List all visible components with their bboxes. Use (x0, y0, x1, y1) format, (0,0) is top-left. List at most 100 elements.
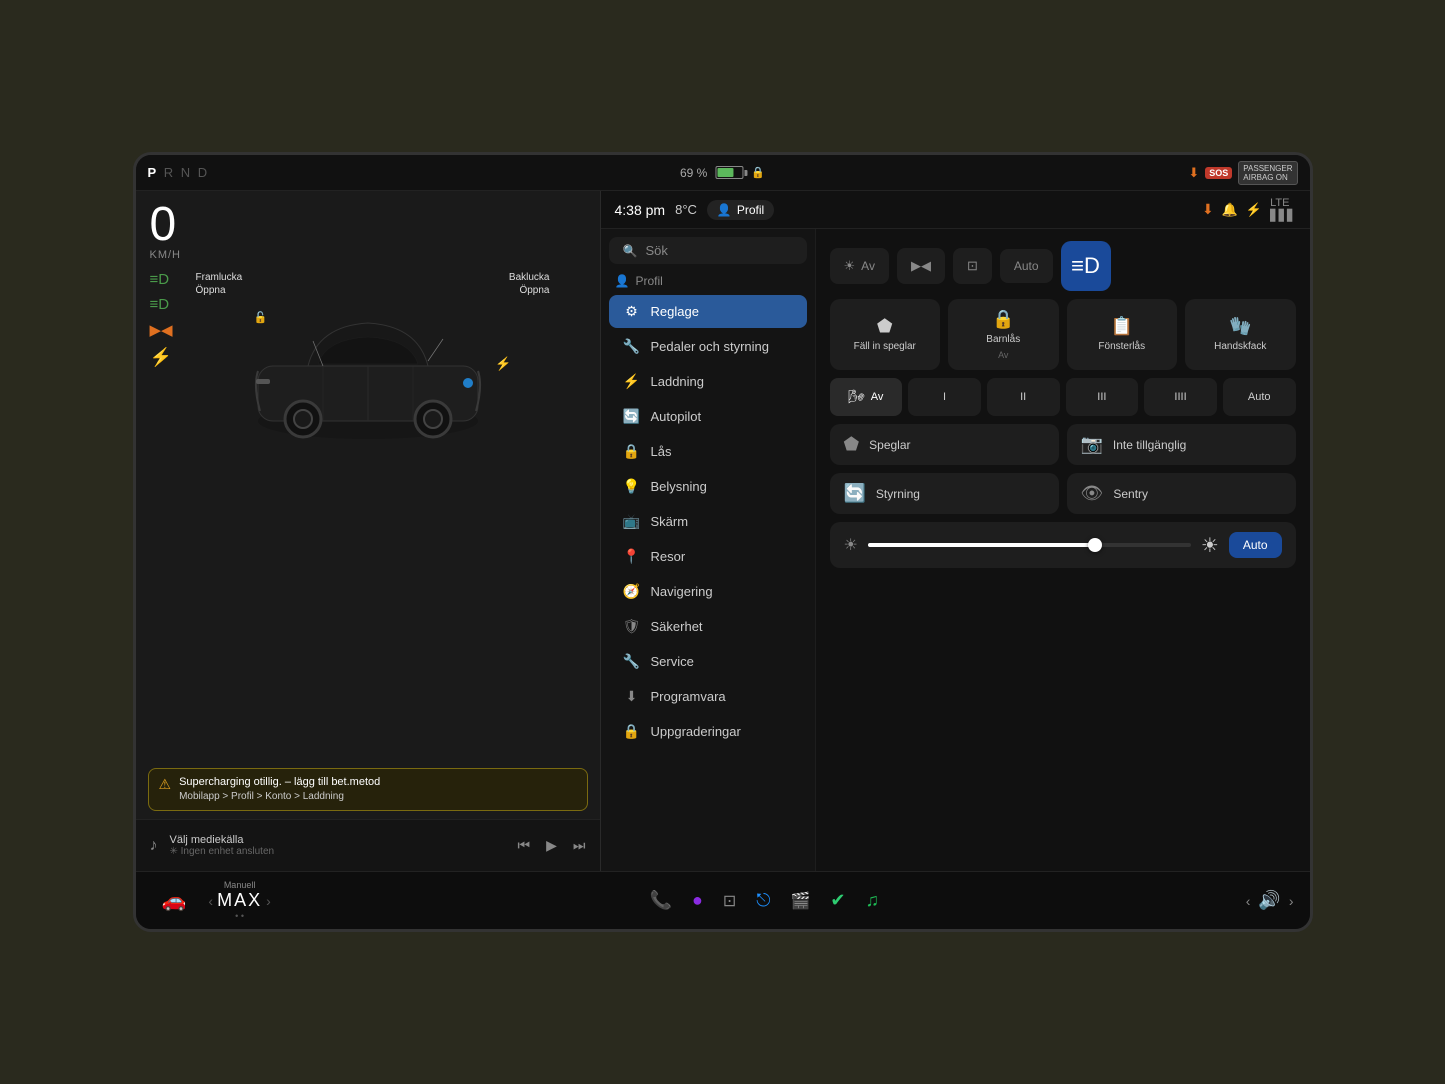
menu-item-sakerhet[interactable]: 🛡 Säkerhet (609, 610, 807, 643)
camera-btn[interactable]: 📷 Inte tillgänglig (1067, 424, 1296, 465)
reglage-icon: ⚙ (623, 303, 641, 320)
wiper-4-btn[interactable]: IIII (1144, 378, 1217, 416)
sentry-label: Sentry (1113, 487, 1148, 501)
wiper-2-btn[interactable]: II (987, 378, 1060, 416)
mirrors-icon: ⬟ (877, 316, 893, 337)
right-top-icons: ⬇ 🔔 ⚡ LTE▋▋▋ (1202, 197, 1296, 222)
alert-banner[interactable]: ⚠ Supercharging otillig. – lägg till bet… (148, 768, 588, 811)
search-bar[interactable]: 🔍 Sök (609, 237, 807, 264)
menu-item-pedaler[interactable]: 🔧 Pedaler och styrning (609, 330, 807, 363)
quick-settings-row: ⬟ Fäll in speglar 🔒 Barnlås Av 📋 Fönster… (830, 299, 1296, 370)
spotify-btn[interactable]: ♫ (855, 886, 889, 915)
car-home-btn[interactable]: 🚗 (152, 884, 197, 917)
brightness-auto-btn[interactable]: Auto (1229, 532, 1282, 558)
media-controls[interactable]: ⏮ ▶ ⏭ (518, 837, 586, 854)
bell-icon: 🔔 (1222, 202, 1238, 218)
belysning-icon: 💡 (623, 478, 641, 495)
mirrors-adj-btn[interactable]: ⬟ Speglar (830, 424, 1059, 465)
media-btn[interactable]: 🎬 (780, 887, 820, 915)
music-icon: ♪ (150, 837, 158, 855)
car-home-icon: 🚗 (162, 888, 187, 913)
menu-item-resor[interactable]: 📍 Resor (609, 540, 807, 573)
speglar-label: Speglar (869, 438, 910, 452)
alert-text: Supercharging otillig. – lägg till bet.m… (179, 775, 380, 804)
next-button[interactable]: ⏭ (573, 837, 586, 854)
mirror-adj-text: Speglar (869, 438, 910, 452)
fonsterlås-btn[interactable]: 📋 Fönsterlås (1067, 299, 1178, 370)
laddning-label: Laddning (651, 374, 705, 389)
profile-button[interactable]: 👤 Profil (707, 200, 774, 220)
wiper-off-btn[interactable]: 🌬 Av (830, 378, 903, 416)
steering-text: Styrning (876, 487, 920, 501)
menu-profile-label: Profil (635, 274, 662, 288)
barnlas-label: Barnlås (986, 334, 1020, 346)
gear-area: P R N D (148, 165, 448, 180)
menu-item-laddning[interactable]: ⚡ Laddning (609, 365, 807, 398)
barnlas-btn[interactable]: 🔒 Barnlås Av (948, 299, 1059, 370)
menu-item-reglage[interactable]: ⚙ Reglage (609, 295, 807, 328)
prev-button[interactable]: ⏮ (518, 837, 531, 854)
handskfack-icon: 🧤 (1229, 316, 1251, 337)
beam-icon: ⊡ (967, 258, 978, 274)
vol-down-btn[interactable]: ‹ (1246, 893, 1251, 909)
uppgraderingar-icon: 🔒 (623, 723, 641, 740)
checklist-icon: ✔ (830, 890, 845, 911)
menu-item-skarm[interactable]: 📺 Skärm (609, 505, 807, 538)
bt-btn[interactable]: ⎋ (746, 886, 780, 915)
media-subtitle: ✳ Ingen enhet ansluten (170, 846, 506, 857)
light-auto-btn[interactable]: Auto (1000, 249, 1053, 283)
feature-grid: ⬟ Speglar 📷 Inte tillgänglig (830, 424, 1296, 514)
wiper-1-btn[interactable]: I (908, 378, 981, 416)
camera-text: Inte tillgänglig (1113, 438, 1186, 452)
brightness-thumb[interactable] (1088, 538, 1102, 552)
light-btn3[interactable]: ⊡ (953, 248, 992, 284)
gear-indicator: P R N D (148, 165, 210, 180)
climate-label: Manuell (224, 880, 256, 890)
menu-profile-header: 👤 Profil (601, 270, 815, 294)
mirror-adj-icon: ⬟ (844, 434, 860, 455)
sentry-text: Sentry (1113, 487, 1148, 501)
handskfack-btn[interactable]: 🧤 Handskfack (1185, 299, 1296, 370)
vol-up-btn[interactable]: › (1289, 893, 1294, 909)
climate-up-arrow[interactable]: › (266, 893, 271, 909)
checklist-btn[interactable]: ✔ (820, 886, 855, 915)
steering-btn[interactable]: 🔄 Styrning (830, 473, 1059, 514)
autopilot-label: Autopilot (651, 409, 702, 424)
right-panel: 4:38 pm 8°C 👤 Profil ⬇ 🔔 ⚡ LTE▋▋▋ (601, 191, 1310, 871)
volume-control: ‹ 🔊 › (1246, 890, 1294, 911)
menu-item-uppgraderingar[interactable]: 🔒 Uppgraderingar (609, 715, 807, 748)
brightness-row: ☀ ☀ Auto (830, 522, 1296, 568)
menu-item-belysning[interactable]: 💡 Belysning (609, 470, 807, 503)
phone-btn[interactable]: 📞 (640, 886, 682, 915)
climate-down-arrow[interactable]: ‹ (208, 893, 213, 909)
wiper-3-btn[interactable]: III (1066, 378, 1139, 416)
pedaler-label: Pedaler och styrning (651, 339, 770, 354)
play-button[interactable]: ▶ (546, 837, 557, 854)
brightness-icon-bright: ☀ (1201, 533, 1219, 558)
apps-icon: ● (692, 890, 703, 911)
menu-item-navigering[interactable]: 🧭 Navigering (609, 575, 807, 608)
sun-icon: ☀ (844, 258, 856, 274)
menu-item-las[interactable]: 🔒 Lås (609, 435, 807, 468)
service-icon: 🔧 (623, 653, 641, 670)
light-btn2[interactable]: ▶◀ (897, 248, 945, 284)
light-off-btn[interactable]: ☀ Av (830, 248, 889, 284)
car-svg (238, 291, 498, 451)
messages-btn[interactable]: ⊡ (713, 887, 746, 915)
bottom-taskbar: 🚗 Manuell ‹ MAX › • • 📞 ● ⊡ ⎋ 🎬 ✔ (136, 871, 1310, 929)
speed-unit: KM/H (150, 249, 182, 261)
camera-icon: 📷 (1081, 434, 1103, 455)
drl-active-btn[interactable]: ≡D (1061, 241, 1111, 291)
alert-main: Supercharging otillig. – lägg till bet.m… (179, 775, 380, 790)
fold-mirrors-btn[interactable]: ⬟ Fäll in speglar (830, 299, 941, 370)
menu-item-autopilot[interactable]: 🔄 Autopilot (609, 400, 807, 433)
apps-btn[interactable]: ● (682, 886, 713, 915)
brightness-slider[interactable] (868, 543, 1191, 547)
navigering-icon: 🧭 (623, 583, 641, 600)
sentry-icon: 👁 (1081, 483, 1104, 504)
wiper-auto-btn[interactable]: Auto (1223, 378, 1296, 416)
menu-item-programvara[interactable]: ⬇ Programvara (609, 680, 807, 713)
menu-item-service[interactable]: 🔧 Service (609, 645, 807, 678)
framlucka-label: FramluckaÖppna (196, 271, 243, 297)
sentry-btn[interactable]: 👁 Sentry (1067, 473, 1296, 514)
